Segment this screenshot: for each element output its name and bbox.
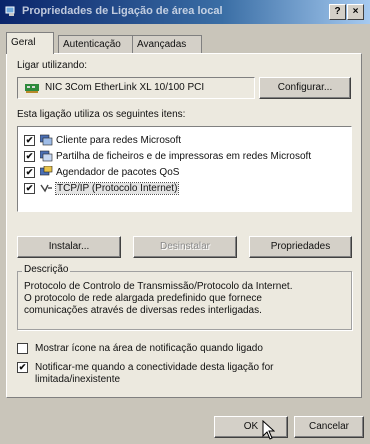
properties-button[interactable]: Propriedades bbox=[249, 236, 352, 258]
general-tab-panel: Ligar utilizando: NIC 3Com EtherLink XL … bbox=[6, 53, 362, 398]
tab-geral[interactable]: Geral bbox=[6, 32, 54, 54]
item-checkbox[interactable]: ✔ bbox=[24, 183, 35, 194]
uninstall-button[interactable]: Desinstalar bbox=[133, 236, 237, 258]
item-label: Partilha de ficheiros e de impressoras e… bbox=[56, 151, 312, 162]
install-button-label: Instalar... bbox=[48, 241, 90, 252]
install-button[interactable]: Instalar... bbox=[17, 236, 121, 258]
components-label: Esta ligação utiliza os seguintes itens: bbox=[17, 109, 186, 120]
show-icon-option[interactable]: Mostrar ícone na área de notificação qua… bbox=[17, 342, 347, 356]
description-line: comunicações através de diversas redes i… bbox=[24, 305, 262, 316]
notify-checkbox[interactable]: ✔ bbox=[17, 362, 28, 373]
ok-button-label: OK bbox=[243, 421, 259, 432]
tab-avancadas[interactable]: Avançadas bbox=[132, 35, 202, 53]
item-label: Cliente para redes Microsoft bbox=[56, 135, 182, 146]
ok-button[interactable]: OK bbox=[214, 416, 288, 438]
list-item-selected[interactable]: ✔ TCP/IP (Protocolo Internet) bbox=[24, 182, 344, 196]
description-title: Descrição bbox=[22, 264, 71, 275]
connect-using-label: Ligar utilizando: bbox=[17, 60, 88, 71]
adapter-field: NIC 3Com EtherLink XL 10/100 PCI bbox=[17, 77, 255, 99]
components-list[interactable]: ✔ Cliente para redes Microsoft ✔ Partilh… bbox=[17, 126, 352, 212]
tab-label: Avançadas bbox=[137, 39, 187, 50]
uninstall-button-label: Desinstalar bbox=[159, 241, 211, 252]
tab-label: Autenticação bbox=[63, 39, 121, 50]
item-checkbox[interactable]: ✔ bbox=[24, 151, 35, 162]
network-adapter-icon bbox=[25, 84, 39, 93]
protocol-icon bbox=[40, 184, 52, 193]
description-text: Protocolo de Controlo de Transmissão/Pro… bbox=[24, 281, 292, 317]
cancel-button-label: Cancelar bbox=[308, 421, 350, 432]
show-icon-label: Mostrar ícone na área de notificação qua… bbox=[35, 343, 263, 354]
adapter-name: NIC 3Com EtherLink XL 10/100 PCI bbox=[45, 82, 205, 93]
network-connection-icon bbox=[5, 6, 15, 16]
item-label: Agendador de pacotes QoS bbox=[56, 167, 180, 178]
file-printer-sharing-icon bbox=[40, 150, 53, 162]
configure-button-label: Configurar... bbox=[277, 82, 333, 93]
mouse-pointer-icon bbox=[262, 420, 275, 440]
configure-button[interactable]: Configurar... bbox=[259, 77, 351, 99]
list-item[interactable]: ✔ Agendador de pacotes QoS bbox=[24, 166, 344, 180]
item-label: TCP/IP (Protocolo Internet) bbox=[54, 182, 180, 195]
tab-autenticacao[interactable]: Autenticação bbox=[58, 35, 140, 53]
notify-option[interactable]: ✔ Notificar-me quando a conectividade de… bbox=[17, 361, 347, 389]
title-bar: Propriedades de Ligação de área local ? … bbox=[0, 0, 370, 24]
item-checkbox[interactable]: ✔ bbox=[24, 135, 35, 146]
list-item[interactable]: ✔ Partilha de ficheiros e de impressoras… bbox=[24, 150, 344, 164]
close-button[interactable]: × bbox=[347, 4, 364, 20]
qos-scheduler-icon bbox=[40, 166, 53, 176]
cancel-button[interactable]: Cancelar bbox=[294, 416, 364, 438]
notify-label-line2: limitada/inexistente bbox=[35, 374, 121, 385]
window-title: Propriedades de Ligação de área local bbox=[22, 5, 223, 17]
show-icon-checkbox[interactable] bbox=[17, 343, 28, 354]
network-client-icon bbox=[40, 134, 53, 146]
tab-label: Geral bbox=[11, 37, 36, 48]
description-line: Protocolo de Controlo de Transmissão/Pro… bbox=[24, 281, 293, 292]
list-item[interactable]: ✔ Cliente para redes Microsoft bbox=[24, 134, 344, 148]
item-checkbox[interactable]: ✔ bbox=[24, 167, 35, 178]
properties-button-label: Propriedades bbox=[270, 241, 331, 252]
description-line: O protocolo de rede alargada predefinido… bbox=[24, 293, 262, 304]
notify-label-line1: Notificar-me quando a conectividade dest… bbox=[35, 362, 274, 373]
help-button[interactable]: ? bbox=[329, 4, 346, 20]
